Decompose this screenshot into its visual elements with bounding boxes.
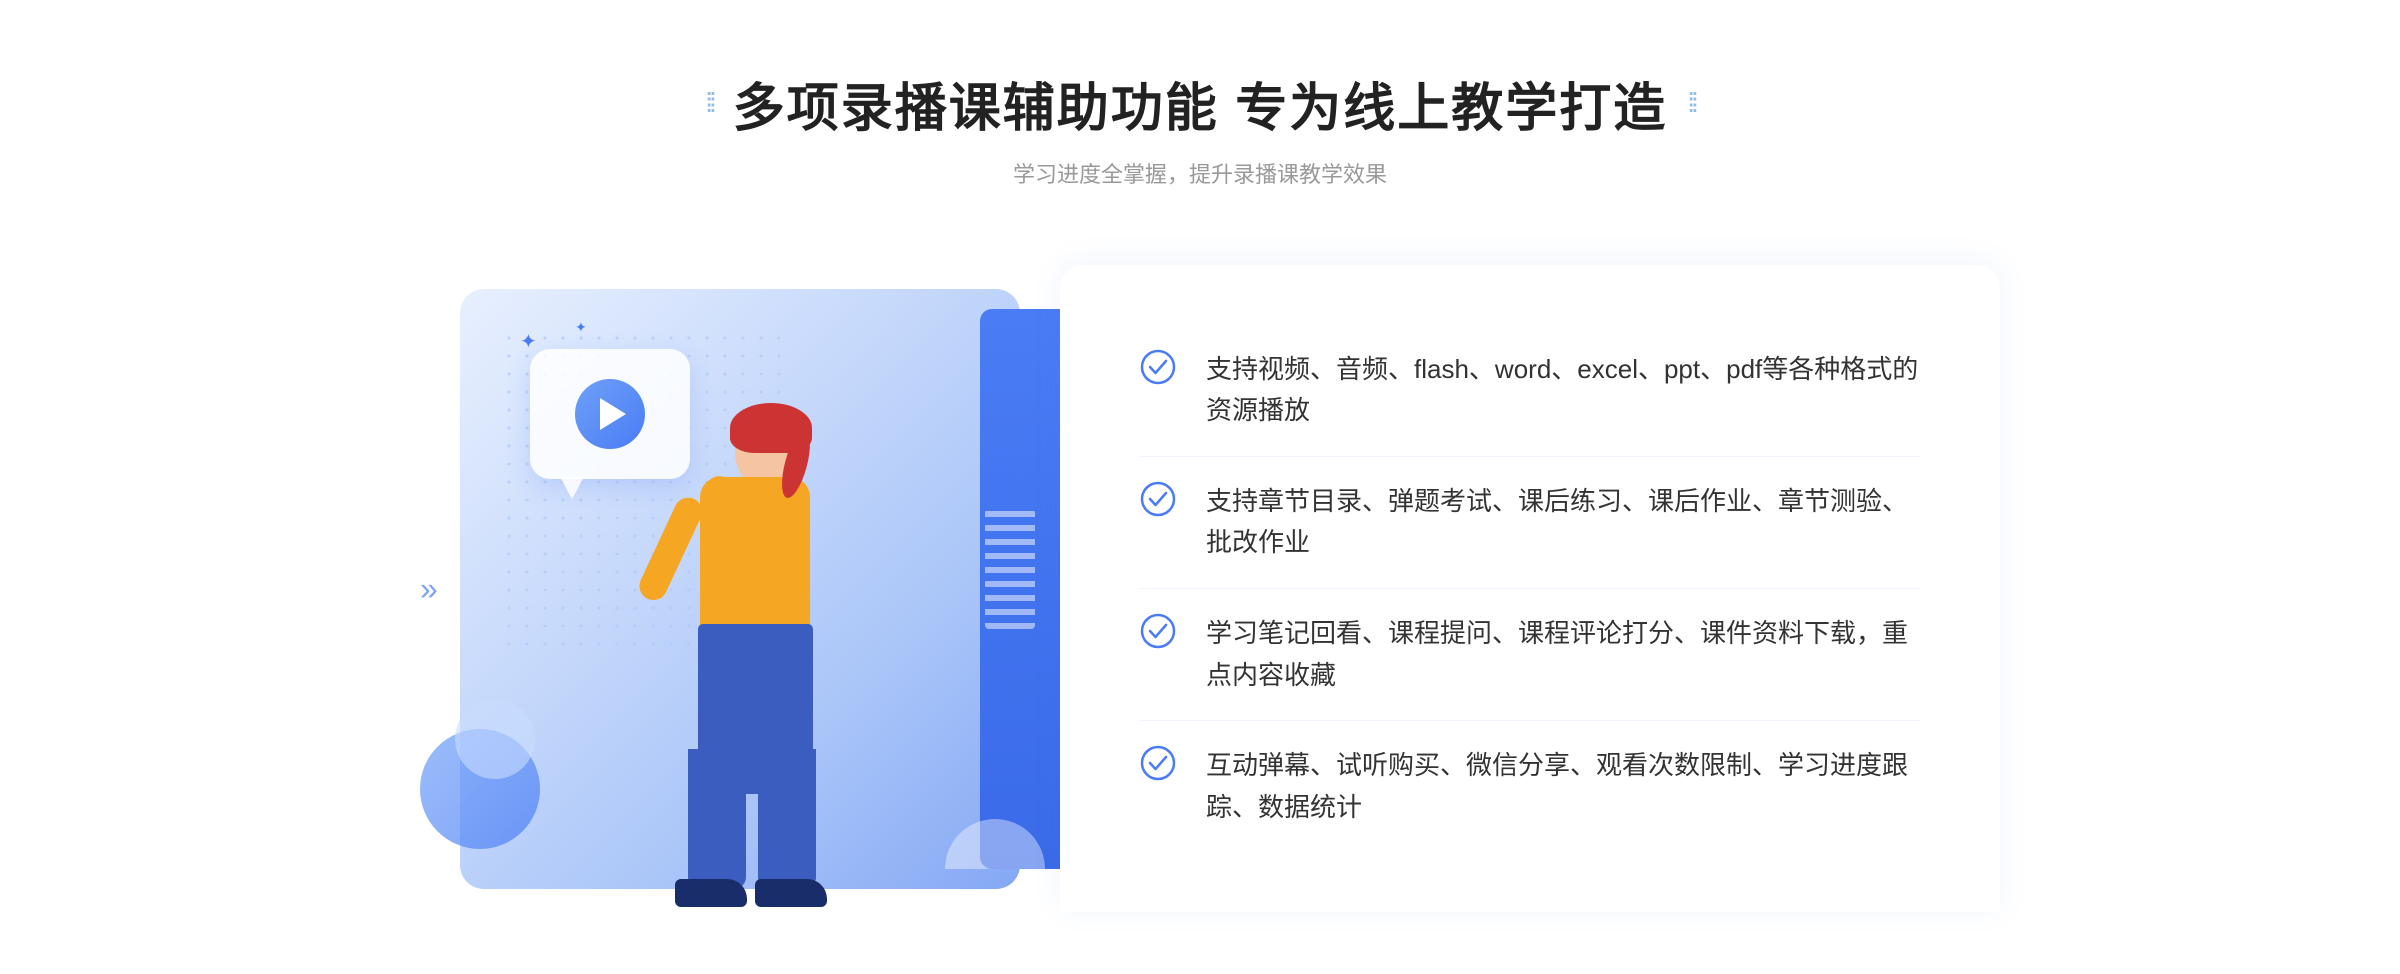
title-row: ⁞⁞ 多项录播课辅助功能 专为线上教学打造 ⁞⁞ [705,66,1695,141]
feature-text-4: 互动弹幕、试听购买、微信分享、观看次数限制、学习进度跟踪、数据统计 [1206,745,1920,828]
feature-item-3: 学习笔记回看、课程提问、课程评论打分、课件资料下载，重点内容收藏 [1140,589,1920,721]
figure-leg-left [688,749,746,889]
figure-leg-right [758,749,816,889]
feature-item-2: 支持章节目录、弹题考试、课后练习、课后作业、章节测验、批改作业 [1140,457,1920,589]
figure-shoe-right [755,879,827,907]
content-panel: 支持视频、音频、flash、word、excel、ppt、pdf等各种格式的资源… [1060,265,2000,913]
feature-text-1: 支持视频、音频、flash、word、excel、ppt、pdf等各种格式的资源… [1206,349,1920,432]
check-icon-2 [1140,481,1176,522]
deco-stripes [985,509,1035,629]
dots-left-icon: ⁞⁞ [705,87,713,119]
content-section: » ✦ ✦ [400,249,2000,929]
dots-right-icon: ⁞⁞ [1687,87,1695,119]
feature-text-3: 学习笔记回看、课程提问、课程评论打分、课件资料下载，重点内容收藏 [1206,613,1920,696]
figure-torso [700,477,810,637]
features-list: 支持视频、音频、flash、word、excel、ppt、pdf等各种格式的资源… [1140,325,1920,853]
figure-container [580,389,880,929]
illustration-wrapper: ✦ ✦ [400,249,1100,929]
sparkle-icon-1: ✦ [520,329,537,354]
figure-arm-left [635,493,707,605]
person-figure [580,389,880,929]
check-icon-4 [1140,745,1176,786]
page-subtitle: 学习进度全掌握，提升录播课教学效果 [1013,157,1387,189]
figure-hair [730,403,812,453]
check-icon-3 [1140,613,1176,654]
header-section: ⁞⁞ 多项录播课辅助功能 专为线上教学打造 ⁞⁞ 学习进度全掌握，提升录播课教学… [705,66,1695,189]
figure-shoe-left [675,879,747,907]
page-wrapper: ⁞⁞ 多项录播课辅助功能 专为线上教学打造 ⁞⁞ 学习进度全掌握，提升录播课教学… [0,6,2400,969]
feature-text-2: 支持章节目录、弹题考试、课后练习、课后作业、章节测验、批改作业 [1206,481,1920,564]
feature-item-4: 互动弹幕、试听购买、微信分享、观看次数限制、学习进度跟踪、数据统计 [1140,721,1920,852]
check-icon-1 [1140,349,1176,390]
page-title: 多项录播课辅助功能 专为线上教学打造 [733,66,1667,141]
feature-item-1: 支持视频、音频、flash、word、excel、ppt、pdf等各种格式的资源… [1140,325,1920,457]
sparkle-icon-2: ✦ [575,319,587,336]
deco-circle-light [455,699,535,779]
